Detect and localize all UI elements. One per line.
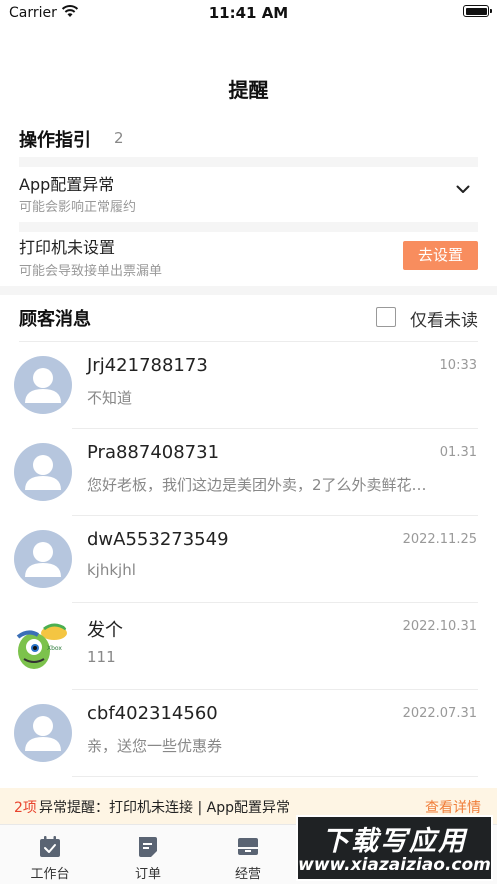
clock: 11:41 AM <box>208 4 289 22</box>
setup-printer-button[interactable]: 去设置 <box>403 241 478 270</box>
tab-label: 工作台 <box>30 867 70 882</box>
message-item[interactable]: Pra887408731 01.31 您好老板，我们这边是美团外卖，2了么外卖鲜… <box>0 429 497 516</box>
business-icon <box>238 838 258 855</box>
messages-title: 顾客消息 <box>19 309 91 330</box>
unread-only-label[interactable]: 仅看未读 <box>410 306 478 331</box>
view-details-link[interactable]: 查看详情 <box>425 797 481 817</box>
message-preview: kjhkjhl <box>87 561 136 579</box>
alert-count: 2项 <box>14 800 37 816</box>
watermark-url: www.xiazaiziao.com <box>298 855 491 875</box>
message-sender: 发个 <box>87 620 123 641</box>
page-title: 提醒 <box>228 78 269 102</box>
chevron-down-icon[interactable] <box>456 185 470 194</box>
operation-app-config[interactable]: App配置异常 可能会影响正常履约 <box>0 167 497 222</box>
message-preview: 您好老板，我们这边是美团外卖，2了么外卖鲜花… <box>87 476 427 494</box>
tab-workbench[interactable]: 工作台 <box>0 825 100 884</box>
message-time: 2022.11.25 <box>402 532 477 547</box>
message-sender: Jrj421788173 <box>87 355 208 376</box>
message-time: 2022.10.31 <box>402 619 477 634</box>
message-sender: cbf402314560 <box>87 703 218 724</box>
order-icon <box>139 837 157 857</box>
message-item[interactable]: cbf402314560 2022.07.31 亲，送您一些优惠券 <box>0 690 497 777</box>
operation-desc: 可能会导致接单出票漏单 <box>19 264 163 279</box>
message-preview: 111 <box>87 648 116 666</box>
message-item[interactable]: Jrj421788173 10:33 不知道 <box>0 342 497 429</box>
workbench-icon <box>40 836 60 857</box>
tab-label: 经营 <box>234 867 261 882</box>
message-time: 01.31 <box>439 445 477 460</box>
battery-icon <box>463 5 492 17</box>
message-preview: 亲，送您一些优惠券 <box>87 737 223 755</box>
message-preview: 不知道 <box>87 389 133 407</box>
message-time: 10:33 <box>439 358 477 373</box>
tab-label: 订单 <box>134 867 161 882</box>
message-time: 2022.07.31 <box>402 706 477 721</box>
watermark-logo: 下载写应用 www.xiazaiziao.com <box>296 815 493 881</box>
message-sender: dwA553273549 <box>87 529 229 550</box>
message-item[interactable]: Xbox 发个 2022.10.31 111 <box>0 603 497 690</box>
message-sender: Pra887408731 <box>87 442 220 463</box>
svg-text:Xbox: Xbox <box>47 645 62 652</box>
divider <box>19 222 478 232</box>
avatar-placeholder-icon <box>14 704 72 762</box>
operation-title: 打印机未设置 <box>19 238 116 257</box>
watermark-title: 下载写应用 <box>322 826 467 857</box>
alert-text: 异常提醒：打印机未连接 | App配置异常 <box>39 800 290 816</box>
avatar-placeholder-icon <box>14 443 72 501</box>
tab-orders[interactable]: 订单 <box>98 825 198 884</box>
section-gap <box>0 286 497 295</box>
divider <box>19 157 478 167</box>
operation-desc: 可能会影响正常履约 <box>19 200 137 215</box>
avatar-placeholder-icon <box>14 530 72 588</box>
operations-title: 操作指引 <box>19 130 91 151</box>
message-item[interactable]: dwA553273549 2022.11.25 kjhkjhl <box>0 516 497 603</box>
operations-header: 操作指引 2 <box>19 126 124 152</box>
avatar-placeholder-icon <box>14 356 72 414</box>
status-bar: Carrier 11:41 AM <box>0 0 497 26</box>
operation-title: App配置异常 <box>19 175 115 194</box>
unread-only-checkbox[interactable] <box>376 307 396 327</box>
avatar-image: Xbox <box>14 617 72 675</box>
tab-business[interactable]: 经营 <box>198 825 298 884</box>
divider <box>72 776 478 777</box>
operations-count: 2 <box>114 129 124 147</box>
